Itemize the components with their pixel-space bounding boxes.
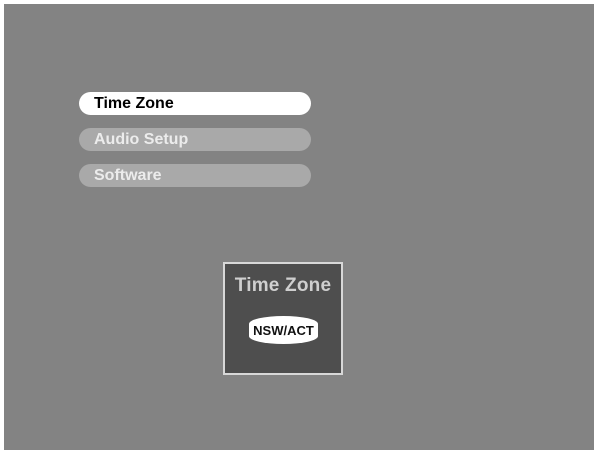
panel-title: Time Zone [234,275,332,296]
menu-item-label: Time Zone [94,94,174,112]
tv-menu-screen: Time Zone Audio Setup Software Time Zone… [4,4,594,450]
menu-item-label: Software [94,166,162,184]
time-zone-value-selector[interactable]: NSW/ACT [249,316,318,344]
settings-menu: Time Zone Audio Setup Software [79,92,311,200]
menu-item-label: Audio Setup [94,130,189,148]
menu-item-audio-setup[interactable]: Audio Setup [79,128,311,151]
time-zone-panel: Time Zone NSW/ACT [223,262,343,375]
menu-item-time-zone[interactable]: Time Zone [79,92,311,115]
menu-item-software[interactable]: Software [79,164,311,187]
